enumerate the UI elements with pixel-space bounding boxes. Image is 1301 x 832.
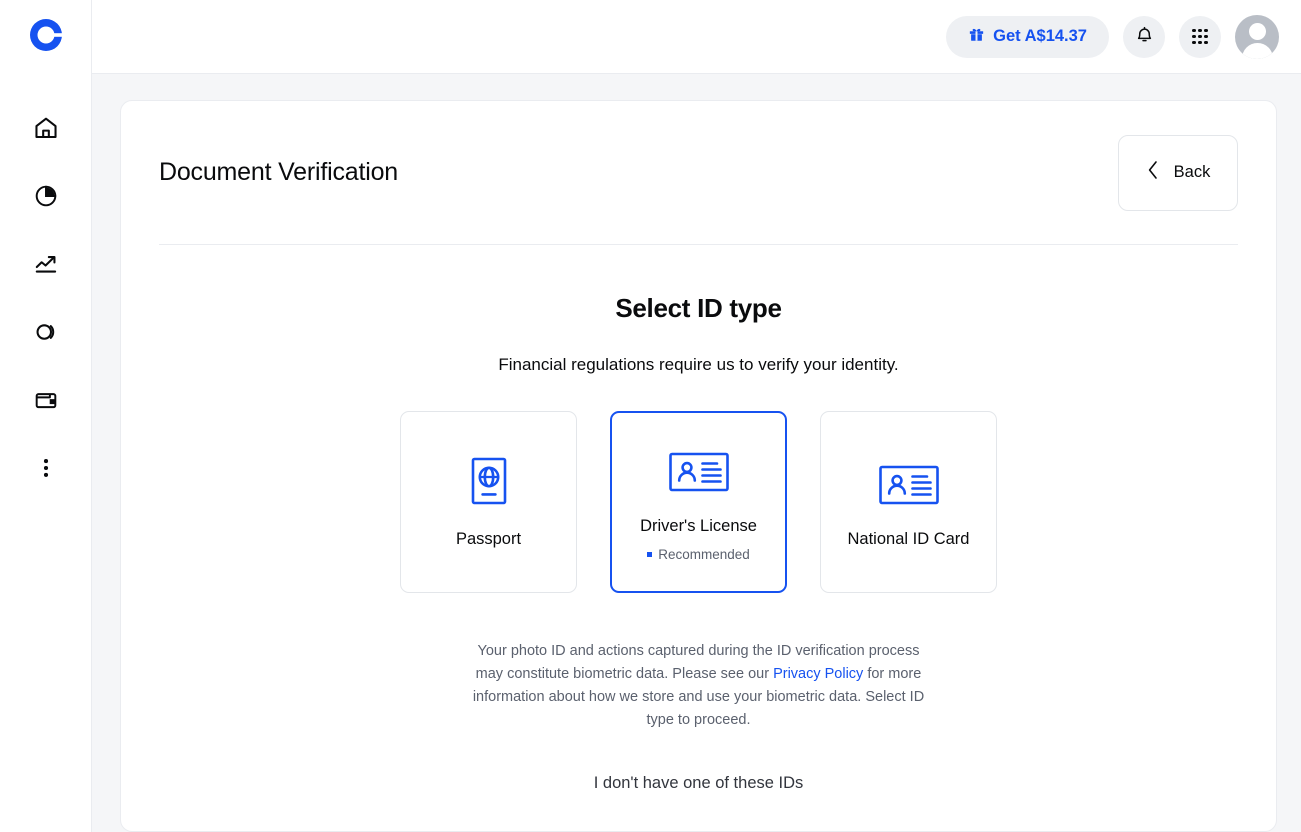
circle-arc-icon (33, 319, 59, 350)
id-card-icon (878, 456, 940, 514)
page-body: Document Verification Back Select ID typ… (92, 74, 1301, 832)
get-reward-button[interactable]: Get A$14.37 (946, 16, 1109, 58)
privacy-policy-link[interactable]: Privacy Policy (773, 666, 863, 682)
section-subheadline: Financial regulations require us to veri… (159, 355, 1238, 375)
avatar-body (1242, 43, 1273, 59)
sidebar-item-wallet[interactable] (18, 374, 74, 430)
main-column: Get A$14.37 (92, 0, 1301, 832)
biometric-disclaimer: Your photo ID and actions captured durin… (469, 640, 929, 732)
grid-apps-icon (1192, 29, 1208, 45)
back-button[interactable]: Back (1118, 135, 1238, 211)
sidebar-nav-list (0, 102, 91, 510)
apps-menu-button[interactable] (1179, 16, 1221, 58)
id-option-national-id[interactable]: National ID Card (820, 411, 997, 593)
content-card: Document Verification Back Select ID typ… (120, 100, 1277, 832)
bell-icon (1135, 26, 1154, 48)
user-avatar[interactable] (1235, 15, 1279, 59)
coinbase-logo[interactable] (28, 17, 64, 58)
more-vertical-icon (33, 455, 59, 486)
passport-icon (465, 456, 513, 514)
sidebar-item-trade[interactable] (18, 238, 74, 294)
reward-label: Get A$14.37 (993, 27, 1087, 46)
recommended-badge: Recommended (647, 547, 750, 562)
logo-container[interactable] (0, 0, 91, 74)
id-option-passport[interactable]: Passport (400, 411, 577, 593)
sidebar-item-more[interactable] (18, 442, 74, 498)
id-option-label: Passport (456, 530, 521, 549)
sidebar-item-portfolio[interactable] (18, 170, 74, 226)
verification-section: Select ID type Financial regulations req… (159, 245, 1238, 793)
notifications-button[interactable] (1123, 16, 1165, 58)
sidebar (0, 0, 92, 832)
recommended-dot (647, 552, 652, 557)
wallet-icon (33, 387, 59, 418)
app-root: Get A$14.37 (0, 0, 1301, 832)
recommended-label: Recommended (658, 547, 750, 562)
page-title: Document Verification (159, 158, 398, 187)
sidebar-item-home[interactable] (18, 102, 74, 158)
card-header: Document Verification Back (159, 101, 1238, 245)
section-headline: Select ID type (159, 293, 1238, 324)
id-card-icon (668, 443, 730, 501)
pie-chart-icon (33, 183, 59, 214)
trending-up-icon (33, 251, 59, 282)
id-type-options: Passport (159, 411, 1238, 593)
sidebar-item-earn[interactable] (18, 306, 74, 362)
id-option-drivers-license[interactable]: Driver's License Recommended (610, 411, 787, 593)
avatar-head (1249, 23, 1266, 40)
chevron-left-icon (1146, 160, 1160, 185)
gift-icon (968, 26, 985, 48)
back-label: Back (1174, 163, 1211, 182)
home-icon (33, 115, 59, 146)
id-option-label: Driver's License (640, 517, 757, 536)
top-bar: Get A$14.37 (92, 0, 1301, 74)
id-option-label: National ID Card (848, 530, 970, 549)
no-id-link[interactable]: I don't have one of these IDs (594, 774, 804, 793)
